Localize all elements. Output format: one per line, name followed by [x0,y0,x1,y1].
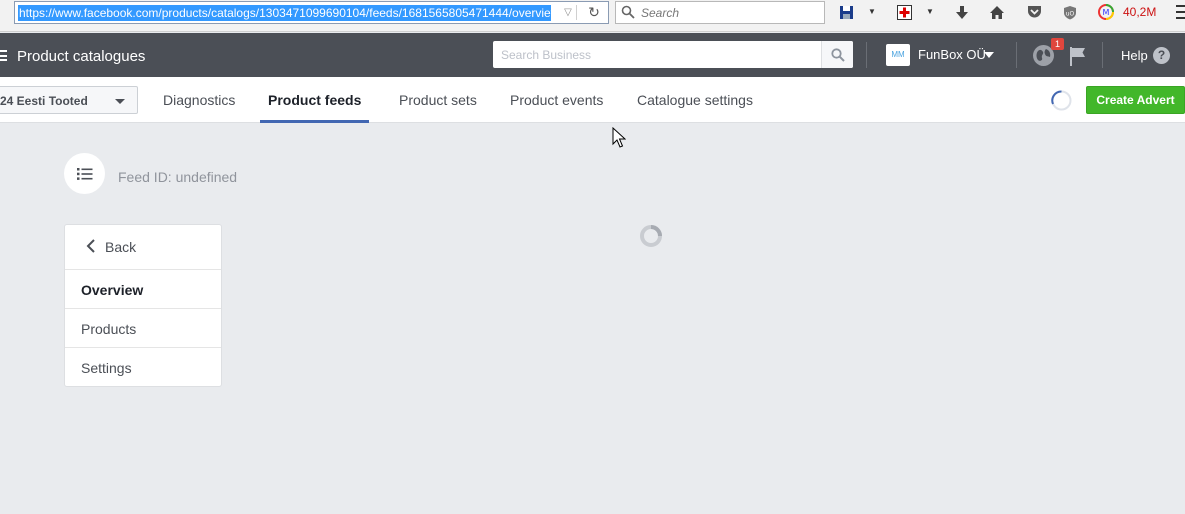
tab-catalogue-settings[interactable]: Catalogue settings [629,77,761,123]
browser-search-placeholder: Search [641,6,680,20]
home-icon[interactable] [988,3,1006,21]
chevron-down-icon[interactable] [983,49,995,61]
feed-sidebar: Back Overview Products Settings [64,224,222,387]
topbar-divider [866,42,867,68]
notification-badge: 1 [1051,38,1064,50]
history-dropdown-icon[interactable]: ▽ [555,2,581,23]
address-bar-divider [576,5,577,20]
catalog-selector[interactable]: 24 Eesti Tooted [0,86,138,114]
tab-diagnostics[interactable]: Diagnostics [155,77,243,123]
back-label: Back [105,239,137,255]
mouse-cursor-icon [612,127,626,148]
address-bar[interactable]: https://www.facebook.com/products/catalo… [14,1,609,24]
business-search-button[interactable] [821,41,853,68]
browser-toolbar: https://www.facebook.com/products/catalo… [0,0,1185,32]
create-advert-button[interactable]: Create Advert [1086,86,1185,114]
sidebar-item-label: Settings [81,360,132,376]
memory-usage-label: 40,2M [1123,5,1157,19]
search-icon [830,47,845,62]
tab-product-events[interactable]: Product events [502,77,611,123]
ublock-icon[interactable]: uO [1061,3,1079,21]
business-name[interactable]: FunBox OÜ [918,47,986,62]
help-link[interactable]: Help [1121,48,1148,63]
browser-menu-icon[interactable] [1176,5,1185,19]
sidebar-item-products[interactable]: Products [65,308,221,347]
screen: https://www.facebook.com/products/catalo… [0,0,1185,514]
search-icon [621,5,635,19]
loading-spinner-icon [640,225,662,247]
business-search-placeholder: Search Business [501,48,592,62]
feed-list-icon [64,153,105,194]
pocket-icon[interactable] [1025,3,1043,21]
sidebar-item-overview[interactable]: Overview [65,269,221,308]
memory-monitor-icon[interactable]: M [1097,3,1115,21]
tab-product-feeds[interactable]: Product feeds [260,77,370,123]
chevron-down-icon [115,99,125,104]
business-search-input[interactable]: Search Business [493,41,853,68]
save-icon[interactable] [837,3,855,21]
sidebar-item-label: Overview [81,282,144,298]
reload-icon[interactable]: ↻ [583,2,605,23]
svg-text:M: M [1103,8,1110,17]
business-avatar[interactable]: MM [886,44,910,66]
tab-product-sets[interactable]: Product sets [391,77,485,123]
catalog-name: 24 Eesti Tooted [0,94,88,108]
sidebar-item-label: Products [81,321,137,337]
page-title[interactable]: Product catalogues [17,48,145,65]
save-dropdown-icon[interactable]: ▼ [867,3,877,21]
loading-spinner-icon [1051,90,1072,111]
svg-text:uO: uO [1066,10,1075,17]
browser-search-box[interactable]: Search [615,1,825,24]
help-icon[interactable]: ? [1153,47,1170,64]
menu-icon[interactable] [0,50,7,61]
topbar-divider [1016,42,1017,68]
sidebar-item-settings[interactable]: Settings [65,347,221,386]
feed-id-label: Feed ID: undefined [118,169,238,185]
addon-dropdown-icon[interactable]: ▼ [925,3,935,21]
back-button[interactable]: Back [65,225,221,269]
download-icon[interactable] [953,3,971,21]
flag-icon[interactable] [1068,45,1088,67]
url-text[interactable]: https://www.facebook.com/products/catalo… [18,5,551,21]
catalog-subnav: 24 Eesti Tooted Diagnostics Product feed… [0,77,1185,123]
chevron-left-icon [86,239,95,253]
topbar-divider [1102,42,1103,68]
business-topbar: Product catalogues Search Business MM Fu… [0,33,1185,77]
first-aid-addon-icon[interactable] [895,3,913,21]
